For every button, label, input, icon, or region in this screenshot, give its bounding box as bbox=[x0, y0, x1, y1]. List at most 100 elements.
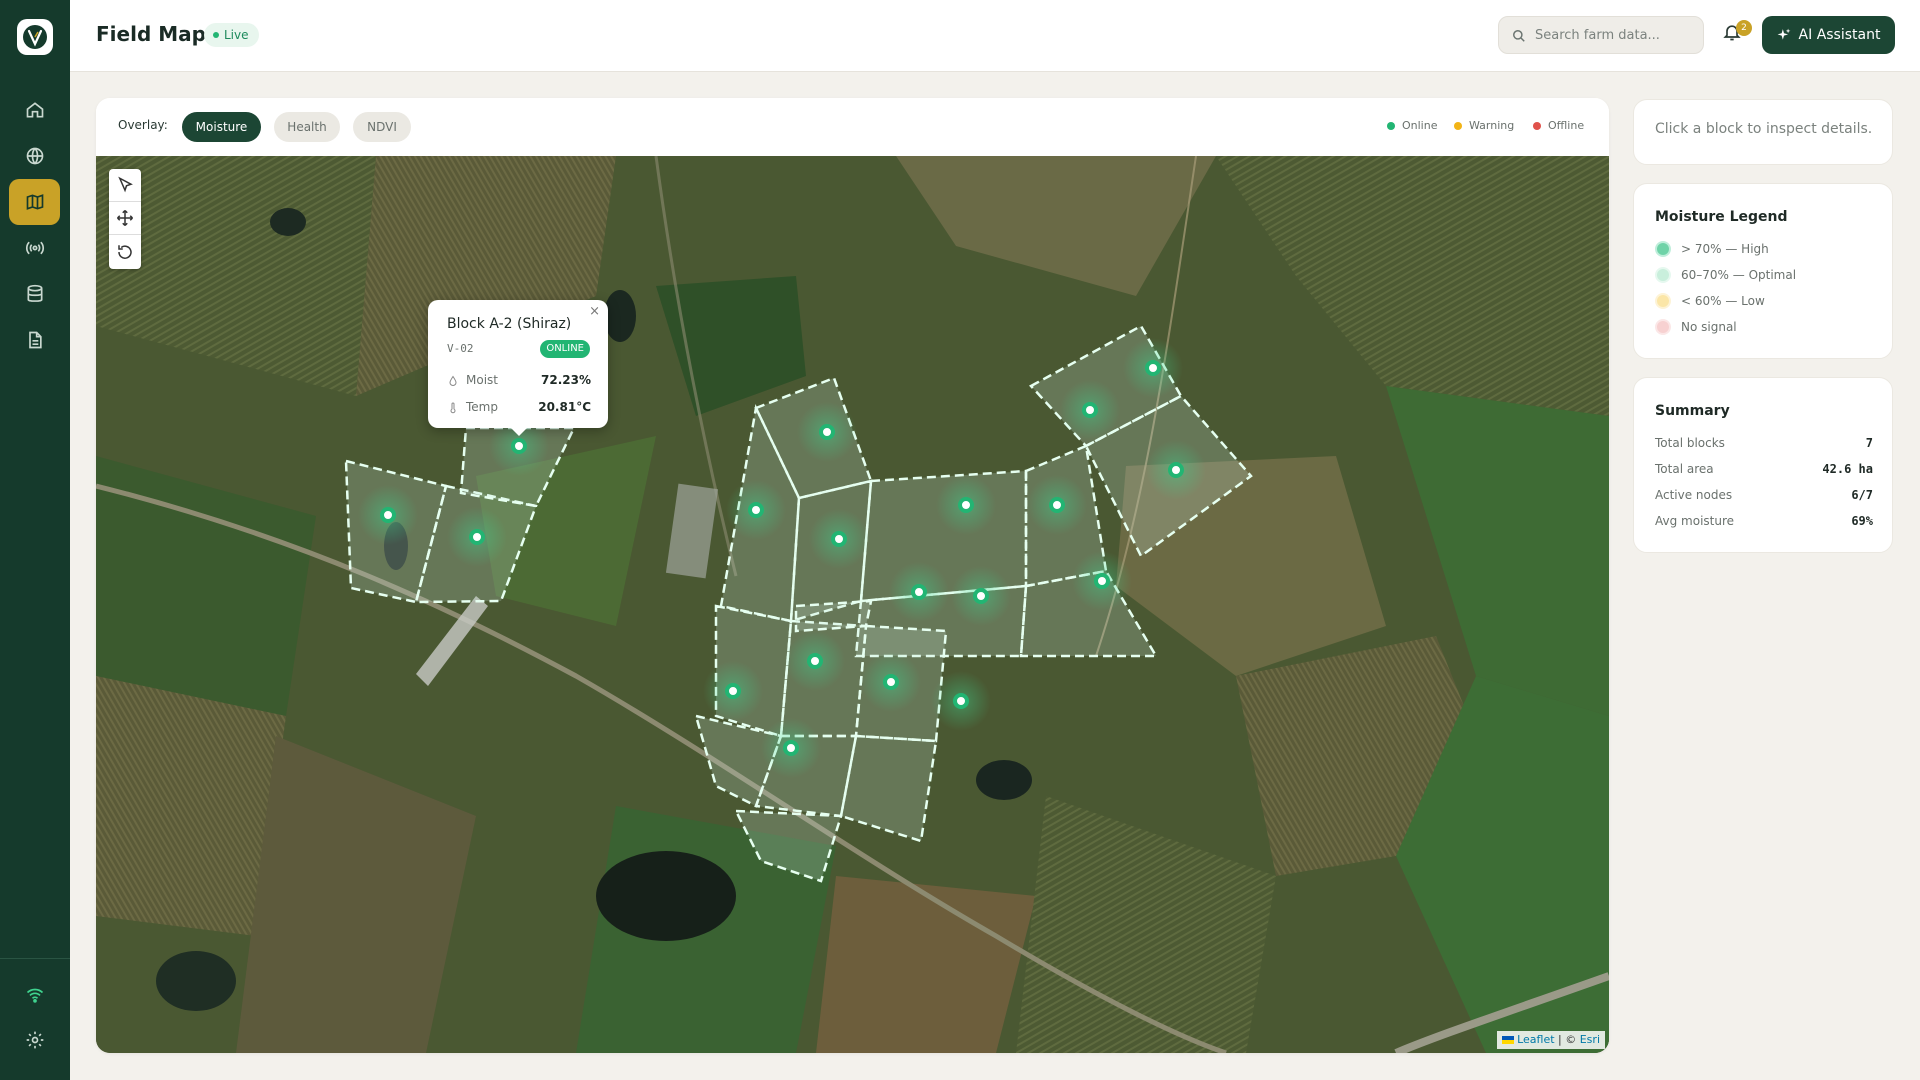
sidebar-divider bbox=[0, 958, 70, 959]
legend-optimal-label: 60–70% — Optimal bbox=[1681, 268, 1797, 282]
database-icon bbox=[27, 284, 42, 302]
high-swatch-icon bbox=[1655, 241, 1671, 257]
reset-view-button[interactable] bbox=[109, 235, 141, 268]
cursor-icon bbox=[118, 176, 133, 193]
ukraine-flag-icon bbox=[1501, 1036, 1514, 1044]
summary-row-total-blocks: Total blocks 7 bbox=[1655, 434, 1873, 452]
sidebar-item-globe[interactable] bbox=[9, 133, 60, 179]
notification-count-badge: 2 bbox=[1736, 20, 1752, 36]
legend-item-no-signal: No signal bbox=[1655, 318, 1737, 336]
move-icon bbox=[116, 209, 134, 227]
map-icon bbox=[26, 194, 43, 210]
popup-moisture-value: 72.23% bbox=[541, 373, 591, 387]
inspect-panel: Click a block to inspect details. bbox=[1633, 99, 1893, 165]
summary-key: Total blocks bbox=[1655, 436, 1725, 450]
field-map-card: Overlay: Moisture Health NDVI Online War… bbox=[96, 98, 1609, 1053]
search-input[interactable] bbox=[1535, 17, 1699, 53]
vineyard-logo-icon bbox=[23, 25, 47, 49]
leaflet-link[interactable]: Leaflet bbox=[1517, 1033, 1554, 1046]
offline-dot-icon bbox=[1533, 122, 1541, 130]
map-attribution: Leaflet | © Esri bbox=[1496, 1031, 1605, 1049]
satellite-map[interactable]: × Block A-2 (Shiraz) V-02 ONLINE Moist 7… bbox=[96, 156, 1609, 1053]
status-legend-offline: Offline bbox=[1533, 119, 1584, 132]
summary-title: Summary bbox=[1655, 403, 1730, 419]
search-box[interactable] bbox=[1498, 16, 1704, 54]
live-status-badge: Live bbox=[204, 23, 259, 47]
legend-low-label: < 60% — Low bbox=[1681, 294, 1765, 308]
online-dot-icon bbox=[1387, 122, 1395, 130]
inspect-hint: Click a block to inspect details. bbox=[1655, 121, 1873, 137]
sidebar-item-home[interactable] bbox=[9, 87, 60, 133]
summary-value: 6/7 bbox=[1851, 488, 1873, 502]
popup-moisture-row: Moist 72.23% bbox=[447, 372, 591, 390]
search-icon bbox=[1513, 30, 1525, 42]
popup-temp-row: Temp 20.81°C bbox=[447, 399, 591, 417]
sparkle-icon bbox=[1777, 28, 1790, 40]
status-online-label: Online bbox=[1402, 119, 1438, 132]
popup-temp-label: Temp bbox=[466, 400, 498, 414]
summary-row-avg-moisture: Avg moisture 69% bbox=[1655, 512, 1873, 530]
status-legend-online: Online bbox=[1387, 119, 1437, 132]
sidebar-item-settings[interactable] bbox=[9, 1017, 60, 1063]
ai-assistant-button[interactable]: AI Assistant bbox=[1762, 16, 1895, 54]
popup-block-code: V-02 bbox=[447, 342, 474, 355]
attribution-separator: | © bbox=[1554, 1033, 1580, 1046]
ai-assistant-label: AI Assistant bbox=[1798, 27, 1881, 43]
summary-row-total-area: Total area 42.6 ha bbox=[1655, 460, 1873, 478]
page-title: Field Map bbox=[96, 22, 206, 46]
esri-link[interactable]: Esri bbox=[1580, 1033, 1600, 1046]
warning-dot-icon bbox=[1454, 122, 1462, 130]
moisture-legend-title: Moisture Legend bbox=[1655, 209, 1788, 225]
legend-high-label: > 70% — High bbox=[1681, 242, 1769, 256]
map-tools bbox=[109, 169, 141, 269]
summary-value: 7 bbox=[1865, 436, 1873, 450]
rotate-icon bbox=[118, 244, 132, 259]
sensor-icon bbox=[25, 241, 44, 255]
status-legend-warning: Warning bbox=[1454, 119, 1514, 132]
legend-item-low: < 60% — Low bbox=[1655, 292, 1765, 310]
status-offline-label: Offline bbox=[1548, 119, 1585, 132]
legend-item-high: > 70% — High bbox=[1655, 240, 1769, 258]
pan-tool-button[interactable] bbox=[109, 202, 141, 235]
home-icon bbox=[26, 102, 43, 118]
popup-temp-value: 20.81°C bbox=[538, 400, 591, 414]
report-icon bbox=[28, 331, 42, 349]
popup-moisture-label: Moist bbox=[466, 373, 498, 387]
sidebar-item-sensors[interactable] bbox=[9, 225, 60, 271]
droplet-icon bbox=[449, 375, 457, 386]
satellite-imagery bbox=[96, 156, 1609, 1053]
block-popup: × Block A-2 (Shiraz) V-02 ONLINE Moist 7… bbox=[428, 300, 608, 436]
popup-status-badge: ONLINE bbox=[540, 340, 590, 358]
gear-icon bbox=[26, 1031, 43, 1049]
moisture-legend-panel: Moisture Legend > 70% — High 60–70% — Op… bbox=[1633, 183, 1893, 359]
overlay-toolbar: Overlay: Moisture Health NDVI Online War… bbox=[96, 98, 1609, 156]
overlay-ndvi-button[interactable]: NDVI bbox=[353, 112, 411, 142]
summary-key: Avg moisture bbox=[1655, 514, 1735, 528]
sidebar-item-field-map[interactable] bbox=[9, 179, 60, 225]
optimal-swatch-icon bbox=[1655, 267, 1671, 283]
popup-block-title: Block A-2 (Shiraz) bbox=[447, 316, 572, 332]
overlay-health-button[interactable]: Health bbox=[274, 112, 340, 142]
status-warning-label: Warning bbox=[1469, 119, 1515, 132]
overlay-moisture-button[interactable]: Moisture bbox=[182, 112, 261, 142]
summary-panel: Summary Total blocks 7 Total area 42.6 ha … bbox=[1633, 377, 1893, 553]
summary-row-active-nodes: Active nodes 6/7 bbox=[1655, 486, 1873, 504]
top-header: Field Map Live 2 AI Assistant bbox=[70, 0, 1920, 72]
sidebar bbox=[0, 0, 70, 1080]
summary-value: 69% bbox=[1851, 514, 1873, 528]
overlay-label: Overlay: bbox=[118, 118, 168, 132]
draw-tool-button[interactable] bbox=[109, 169, 141, 202]
legend-no-signal-label: No signal bbox=[1681, 320, 1737, 334]
sidebar-item-reports[interactable] bbox=[9, 317, 60, 363]
legend-item-optimal: 60–70% — Optimal bbox=[1655, 266, 1796, 284]
sidebar-item-data[interactable] bbox=[9, 271, 60, 317]
thermometer-icon bbox=[450, 402, 456, 414]
wifi-icon bbox=[26, 988, 43, 1003]
low-swatch-icon bbox=[1655, 293, 1671, 309]
sidebar-item-connectivity[interactable] bbox=[9, 972, 60, 1018]
summary-key: Active nodes bbox=[1655, 488, 1733, 502]
summary-key: Total area bbox=[1655, 462, 1714, 476]
app-logo[interactable] bbox=[17, 19, 53, 55]
popup-close-button[interactable]: × bbox=[589, 304, 600, 319]
no-signal-swatch-icon bbox=[1655, 319, 1671, 335]
